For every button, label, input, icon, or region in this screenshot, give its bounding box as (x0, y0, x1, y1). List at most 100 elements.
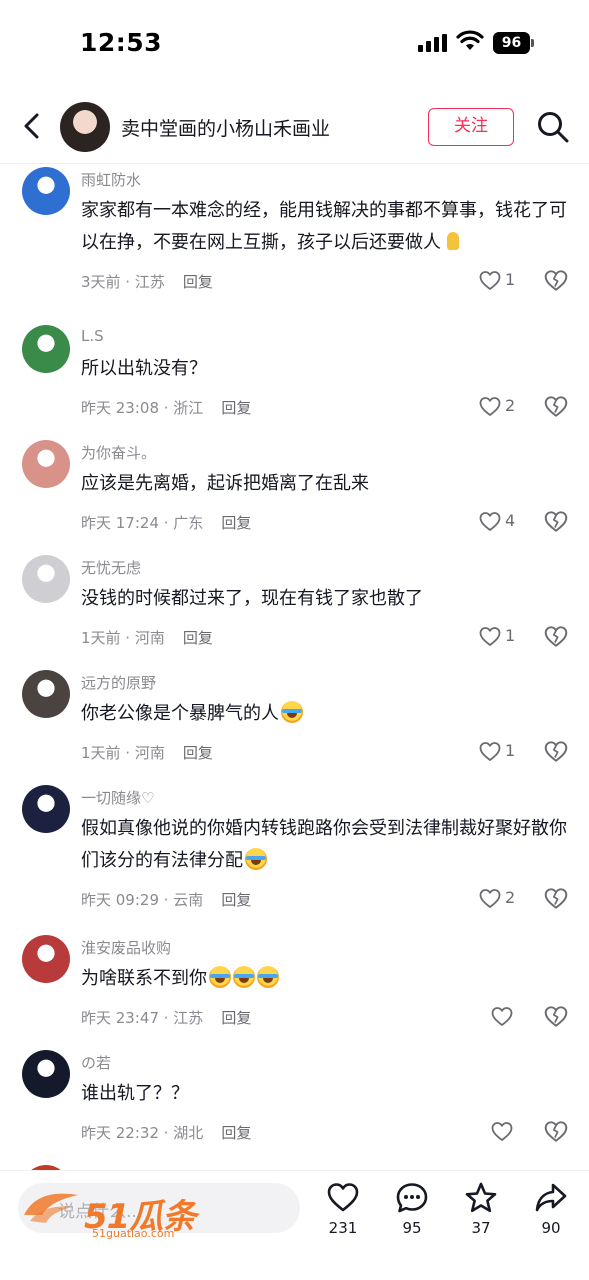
comment-action[interactable]: 95 (382, 1181, 442, 1247)
header: 卖中堂画的小杨山禾画业 关注 (0, 88, 589, 164)
commenter-name[interactable]: 远方的原野 (81, 672, 156, 693)
author-name[interactable]: 卖中堂画的小杨山禾画业 (121, 114, 330, 141)
comment-item[interactable]: 远方的原野 你老公像是个暴脾气的人 1天前 · 河南 回复 1 (0, 655, 589, 770)
commenter-name[interactable]: 为你奋斗。 (81, 442, 156, 463)
broken-heart-icon[interactable] (543, 623, 569, 649)
broken-heart-icon[interactable] (543, 1118, 569, 1144)
commenter-avatar[interactable] (22, 785, 70, 833)
heart-outline-icon (479, 512, 501, 531)
cellular-signal-icon (418, 34, 447, 52)
broken-heart-icon[interactable] (543, 885, 569, 911)
comment-item[interactable]: 雨虹防水家家都有一本难念的经，能用钱解决的事都不算事，钱花了可以在挣，不要在网上… (0, 165, 589, 291)
broken-heart-icon[interactable] (543, 1003, 569, 1029)
broken-heart-icon[interactable] (543, 393, 569, 419)
comment-bubble-icon (396, 1183, 428, 1213)
reply-button[interactable]: 回复 (183, 744, 213, 762)
comment-like-count: 1 (505, 270, 516, 289)
broken-heart-icon[interactable] (543, 508, 569, 534)
commenter-avatar[interactable] (22, 555, 70, 603)
watermark-url: 51guatiao.com (92, 1227, 175, 1240)
comment-meta: 昨天 22:32 · 湖北 回复 (81, 1122, 251, 1143)
commenter-name[interactable]: の若 (81, 1052, 111, 1073)
comment-like-button[interactable]: 2 (478, 884, 538, 912)
heart-outline-icon (479, 627, 501, 646)
comment-text-content: 应该是先离婚，起诉把婚离了在乱来 (81, 473, 369, 494)
comment-text: 没钱的时候都过来了，现在有钱了家也散了 (81, 583, 571, 615)
watermark-wing-icon (24, 1193, 78, 1223)
commenter-avatar[interactable] (22, 167, 70, 215)
reply-button[interactable]: 回复 (221, 1124, 251, 1142)
comment-item[interactable]: 嫣然一笑 (0, 1150, 589, 1170)
share-count: 90 (541, 1219, 561, 1237)
heart-outline-icon (479, 397, 501, 416)
comment-text: 家家都有一本难念的经，能用钱解决的事都不算事，钱花了可以在挣，不要在网上互撕，孩… (81, 195, 571, 259)
comment-text: 所以出轨没有？ (81, 353, 571, 385)
reply-button[interactable]: 回复 (221, 399, 251, 417)
reply-button[interactable]: 回复 (221, 514, 251, 532)
comment-text-content: 所以出轨没有？ (81, 358, 207, 379)
commenter-avatar[interactable] (22, 935, 70, 983)
comment-time-location: 1天前 · 河南 (81, 629, 165, 647)
crying-laughing-emoji-icon (257, 966, 279, 988)
comment-time-location: 昨天 22:32 · 湖北 (81, 1124, 204, 1142)
commenter-avatar[interactable] (22, 325, 70, 373)
broken-heart-icon[interactable] (543, 738, 569, 764)
search-icon[interactable] (536, 110, 570, 144)
reply-button[interactable]: 回复 (183, 273, 213, 291)
follow-button[interactable]: 关注 (428, 108, 514, 146)
broken-heart-icon[interactable] (543, 267, 569, 293)
wifi-icon (456, 30, 484, 50)
favorite-count: 37 (471, 1219, 491, 1237)
author-avatar[interactable] (60, 102, 110, 152)
comment-like-button[interactable] (490, 1117, 550, 1145)
bottom-action-bar: 说点什么... 51瓜条 51guatiao.com 231 95 37 90 (0, 1170, 589, 1280)
heart-outline-icon (479, 742, 501, 761)
comment-item[interactable]: L.S 所以出轨没有？ 昨天 23:08 · 浙江 回复 2 (0, 310, 589, 425)
comment-like-button[interactable]: 1 (478, 622, 538, 650)
comment-like-button[interactable] (490, 1002, 550, 1030)
reply-button[interactable]: 回复 (221, 891, 251, 909)
comment-text: 谁出轨了？？ (81, 1078, 571, 1110)
commenter-name[interactable]: 淮安废品收购 (81, 937, 171, 958)
comment-list[interactable]: 雨虹防水家家都有一本难念的经，能用钱解决的事都不算事，钱花了可以在挣，不要在网上… (0, 165, 589, 1170)
commenter-name[interactable]: L.S (81, 327, 104, 345)
commenter-avatar[interactable] (22, 440, 70, 488)
comment-item[interactable]: の若谁出轨了？？ 昨天 22:32 · 湖北 回复 (0, 1035, 589, 1150)
crying-laughing-emoji-icon (233, 966, 255, 988)
commenter-name[interactable]: 雨虹防水 (81, 169, 141, 190)
comment-like-button[interactable]: 4 (478, 507, 538, 535)
commenter-name[interactable]: 一切随缘♡ (81, 787, 154, 808)
heart-icon (327, 1183, 359, 1212)
crying-laughing-emoji-icon (281, 701, 303, 723)
comment-time-location: 1天前 · 河南 (81, 744, 165, 762)
reply-button[interactable]: 回复 (183, 629, 213, 647)
comment-meta: 3天前 · 江苏 回复 (81, 271, 213, 292)
back-icon[interactable] (16, 110, 48, 142)
commenter-avatar[interactable] (22, 1050, 70, 1098)
comment-like-count: 2 (505, 396, 516, 415)
share-action[interactable]: 90 (521, 1181, 581, 1247)
comment-like-button[interactable]: 2 (478, 392, 538, 420)
comment-item[interactable]: 无忧无虑没钱的时候都过来了，现在有钱了家也散了 1天前 · 河南 回复 1 (0, 540, 589, 655)
comment-text: 假如真像他说的你婚内转钱跑路你会受到法律制裁好聚好散你们该分的有法律分配 (81, 813, 571, 877)
comment-item[interactable]: 淮安废品收购为啥联系不到你昨天 23:47 · 江苏 回复 (0, 920, 589, 1035)
comment-text-content: 假如真像他说的你婚内转钱跑路你会受到法律制裁好聚好散你们该分的有法律分配 (81, 818, 567, 871)
commenter-avatar[interactable] (22, 670, 70, 718)
reply-button[interactable]: 回复 (221, 1009, 251, 1027)
like-action[interactable]: 231 (313, 1181, 373, 1247)
commenter-name[interactable]: 无忧无虑 (81, 557, 141, 578)
heart-outline-icon (491, 1007, 513, 1026)
comment-item[interactable]: 为你奋斗。 应该是先离婚，起诉把婚离了在乱来 昨天 17:24 · 广东 回复 4 (0, 425, 589, 540)
heart-outline-icon (491, 1122, 513, 1141)
heart-outline-icon (479, 889, 501, 908)
comment-time-location: 昨天 23:08 · 浙江 (81, 399, 204, 417)
comment-time-location: 3天前 · 江苏 (81, 273, 165, 291)
comment-meta: 昨天 23:47 · 江苏 回复 (81, 1007, 251, 1028)
comment-like-button[interactable]: 1 (478, 737, 538, 765)
comment-like-button[interactable]: 1 (478, 266, 538, 294)
favorite-action[interactable]: 37 (451, 1181, 511, 1247)
comment-item[interactable]: 一切随缘♡ 假如真像他说的你婚内转钱跑路你会受到法律制裁好聚好散你们该分的有法律分… (0, 770, 589, 909)
share-icon (535, 1183, 567, 1212)
star-icon (465, 1182, 497, 1213)
comment-text: 为啥联系不到你 (81, 963, 571, 995)
